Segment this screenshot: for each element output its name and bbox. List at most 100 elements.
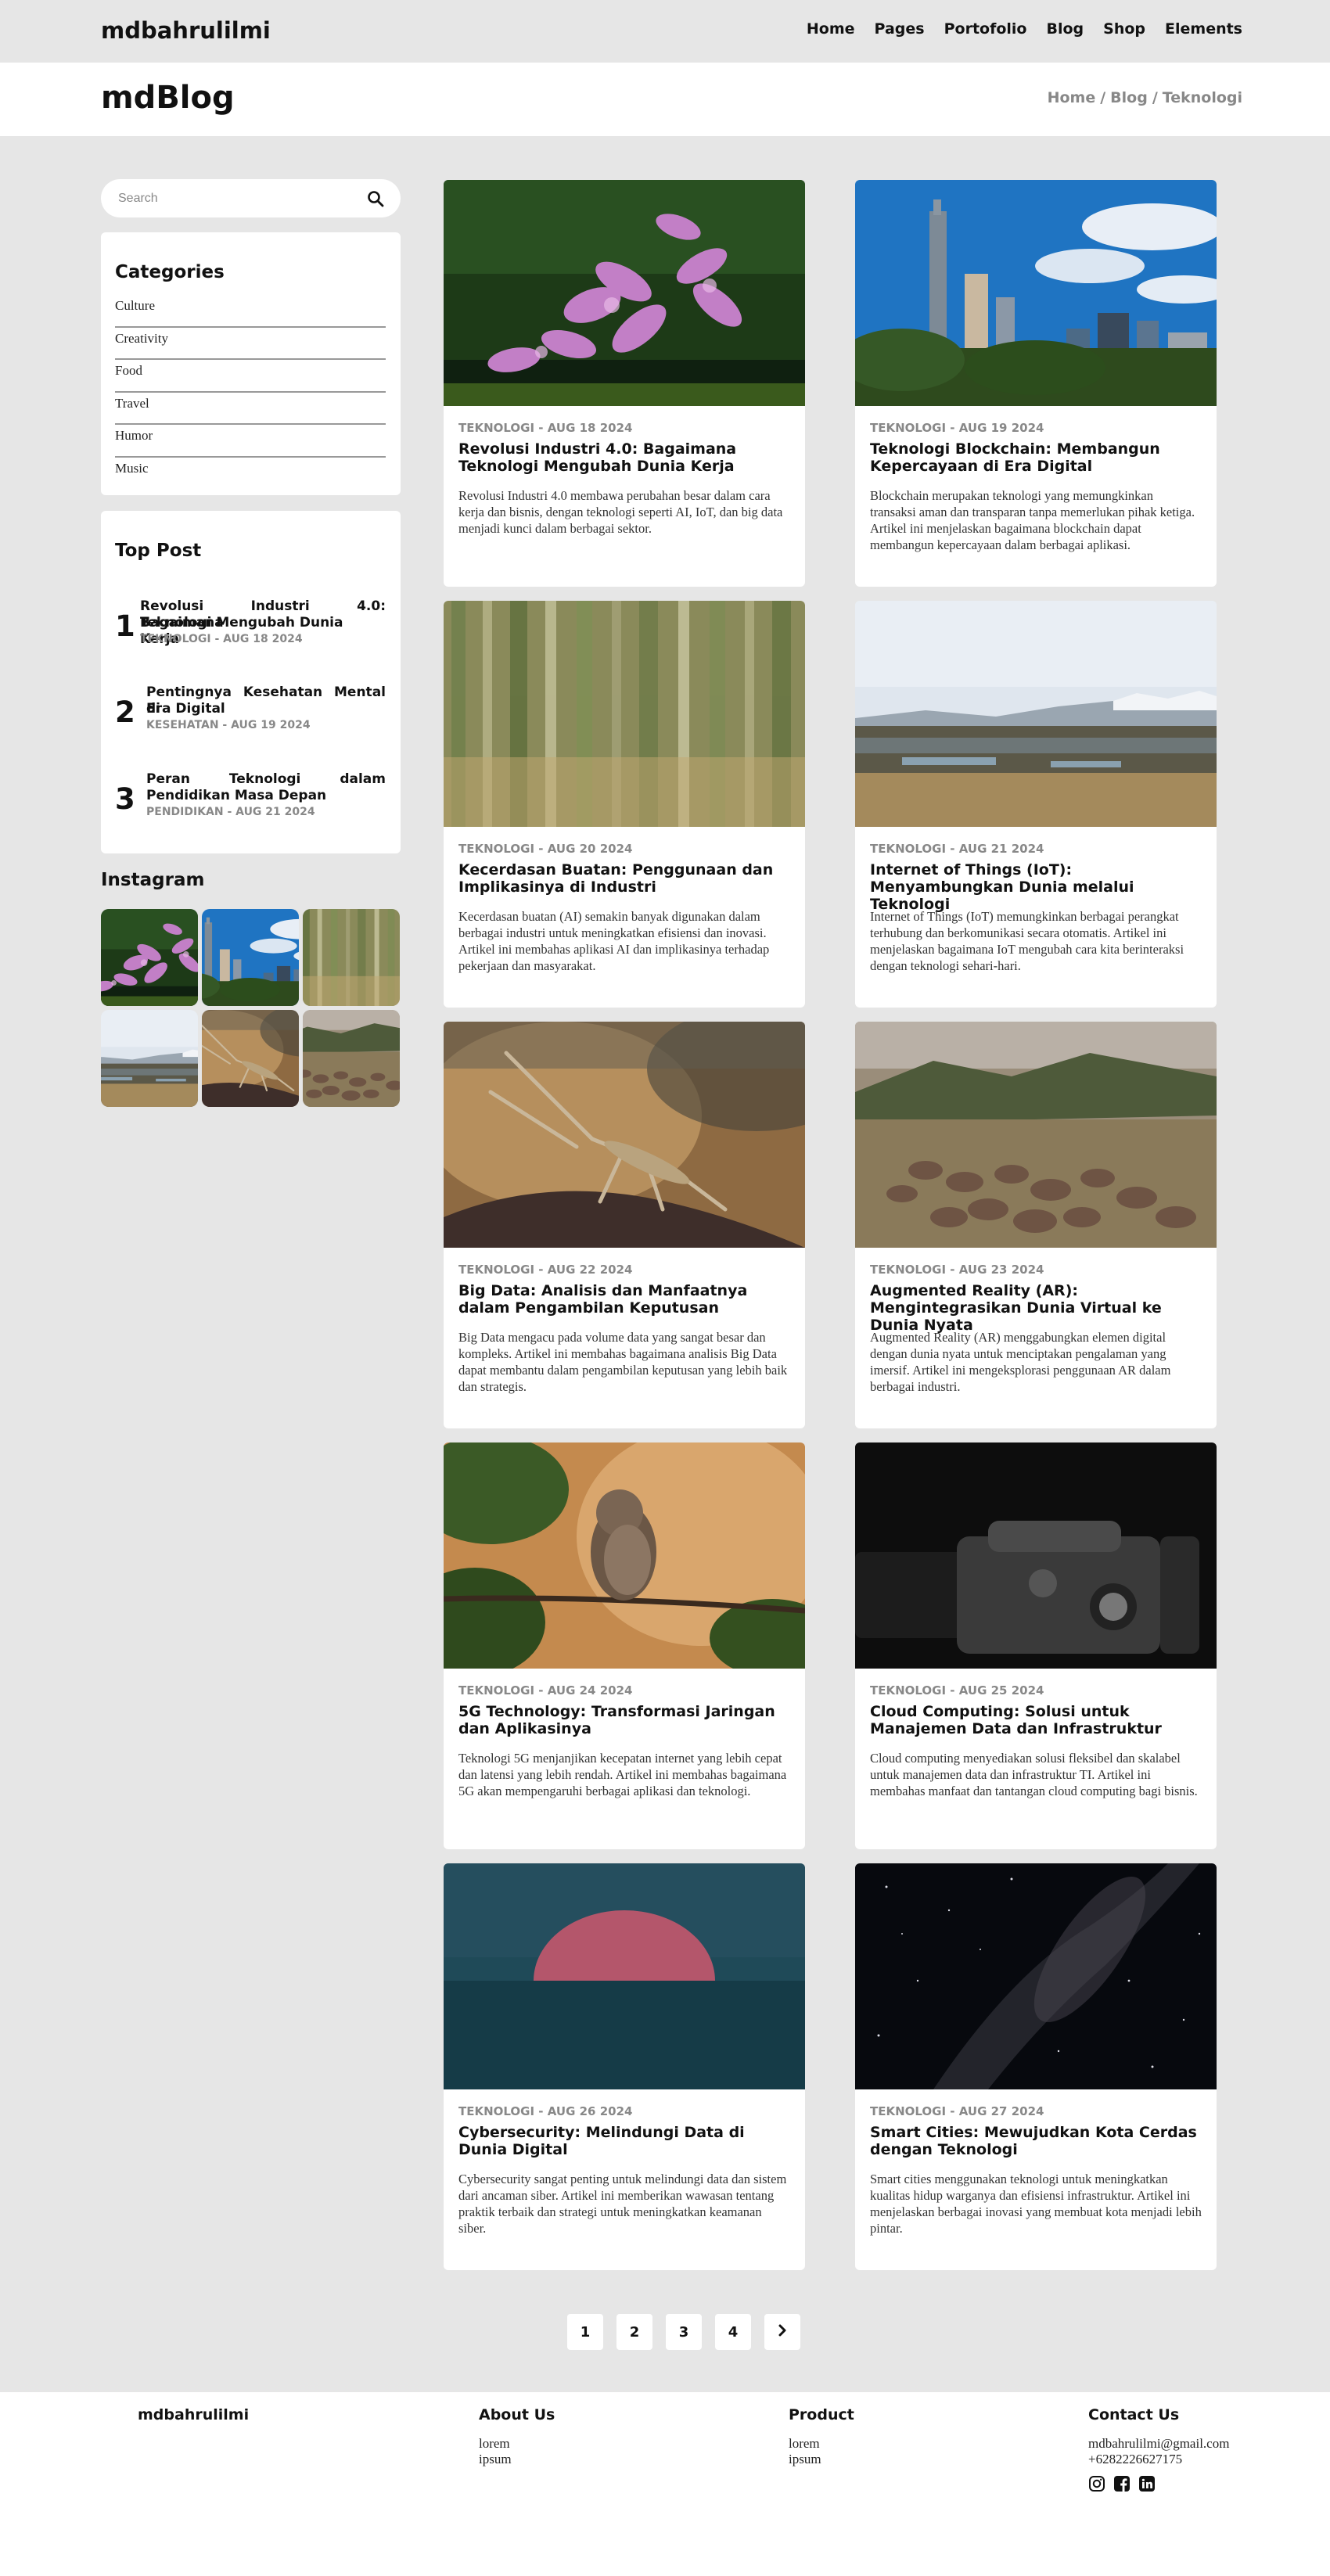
post-title[interactable]: Smart Cities: Mewujudkan Kota Cerdas den… <box>870 2124 1202 2158</box>
menu-item-blog[interactable]: Blog <box>1046 20 1084 38</box>
menu-item-home[interactable]: Home <box>807 20 855 38</box>
top-post-widget: Top Post 1 Revolusi Industri 4.0: Bagaim… <box>101 511 401 853</box>
post-meta: TEKNOLOGI - AUG 23 2024 <box>870 1263 1044 1277</box>
footer-about: About Us lorem ipsum <box>479 2406 555 2467</box>
post-title[interactable]: Teknologi Blockchain: Membangun Kepercay… <box>870 440 1202 475</box>
footer-link[interactable]: lorem <box>789 2436 854 2452</box>
footer-contact-title: Contact Us <box>1088 2406 1180 2423</box>
instagram-thumbnail[interactable] <box>101 1010 198 1107</box>
post-card[interactable]: TEKNOLOGI - AUG 27 2024 Smart Cities: Me… <box>855 1863 1217 2270</box>
instagram-thumbnail[interactable] <box>303 1010 400 1107</box>
post-image[interactable] <box>855 1022 1217 1248</box>
search-box <box>101 179 401 217</box>
top-post-meta: KESEHATAN - AUG 19 2024 <box>146 719 311 731</box>
top-post-item[interactable]: 2 Pentingnya Kesehatan Mental di Era Dig… <box>115 684 386 747</box>
post-excerpt: Blockchain merupakan teknologi yang memu… <box>870 488 1195 552</box>
post-card[interactable]: TEKNOLOGI - AUG 25 2024 Cloud Computing:… <box>855 1442 1217 1849</box>
breadcrumb-current: Teknologi <box>1162 89 1242 106</box>
post-excerpt: Internet of Things (IoT) memungkinkan be… <box>870 909 1184 973</box>
search-icon[interactable] <box>366 189 385 208</box>
post-meta: TEKNOLOGI - AUG 20 2024 <box>458 842 633 856</box>
post-card[interactable]: TEKNOLOGI - AUG 22 2024 Big Data: Analis… <box>444 1022 805 1428</box>
post-card[interactable]: TEKNOLOGI - AUG 26 2024 Cybersecurity: M… <box>444 1863 805 2270</box>
category-travel[interactable]: Travel <box>115 393 386 426</box>
categories-title: Categories <box>115 262 225 282</box>
post-image[interactable] <box>444 1863 805 2089</box>
post-card[interactable]: TEKNOLOGI - AUG 20 2024 Kecerdasan Buata… <box>444 601 805 1008</box>
footer-contact: Contact Us mdbahrulilmi@gmail.com +62822… <box>1088 2406 1229 2492</box>
menu-item-elements[interactable]: Elements <box>1165 20 1242 38</box>
post-excerpt: Revolusi Industri 4.0 membawa perubahan … <box>458 488 783 536</box>
instagram-thumbnail[interactable] <box>202 1010 299 1107</box>
instagram-thumbnail[interactable] <box>101 909 198 1006</box>
post-card[interactable]: TEKNOLOGI - AUG 23 2024 Augmented Realit… <box>855 1022 1217 1428</box>
breadcrumb-blog[interactable]: Blog <box>1110 89 1148 106</box>
post-title[interactable]: Revolusi Industri 4.0: Bagaimana Teknolo… <box>458 440 790 475</box>
post-title[interactable]: Big Data: Analisis dan Manfaatnya dalam … <box>458 1282 790 1317</box>
footer-link[interactable]: lorem <box>479 2436 555 2452</box>
post-card[interactable]: TEKNOLOGI - AUG 24 2024 5G Technology: T… <box>444 1442 805 1849</box>
post-image[interactable] <box>855 1863 1217 2089</box>
post-meta: TEKNOLOGI - AUG 24 2024 <box>458 1683 633 1698</box>
category-food[interactable]: Food <box>115 360 386 393</box>
post-image[interactable] <box>855 601 1217 827</box>
post-meta: TEKNOLOGI - AUG 22 2024 <box>458 1263 633 1277</box>
post-card[interactable]: TEKNOLOGI - AUG 19 2024 Teknologi Blockc… <box>855 180 1217 587</box>
top-post-rank: 3 <box>115 782 135 816</box>
post-card[interactable]: TEKNOLOGI - AUG 18 2024 Revolusi Industr… <box>444 180 805 587</box>
post-image[interactable] <box>444 1442 805 1669</box>
footer-phone[interactable]: +6282226627175 <box>1088 2452 1229 2467</box>
breadcrumb-home[interactable]: Home <box>1048 89 1096 106</box>
post-excerpt: Smart cities menggunakan teknologi untuk… <box>870 2172 1202 2236</box>
post-image[interactable] <box>855 180 1217 406</box>
top-post-title: Top Post <box>115 541 202 561</box>
post-card[interactable]: TEKNOLOGI - AUG 21 2024 Internet of Thin… <box>855 601 1217 1008</box>
top-post-rank: 1 <box>115 609 135 643</box>
footer-product: Product lorem ipsum <box>789 2406 854 2467</box>
footer-link[interactable]: ipsum <box>789 2452 854 2467</box>
category-creativity[interactable]: Creativity <box>115 328 386 361</box>
post-title[interactable]: 5G Technology: Transformasi Jaringan dan… <box>458 1703 790 1737</box>
breadcrumb-separator: / <box>1100 89 1106 106</box>
top-post-item[interactable]: 3 Peran Teknologi dalam Pendidikan Masa … <box>115 771 386 834</box>
menu-item-portofolio[interactable]: Portofolio <box>944 20 1027 38</box>
page-header: mdBlog Home / Blog / Teknologi <box>0 63 1330 136</box>
social-links <box>1088 2475 1229 2492</box>
post-title[interactable]: Cybersecurity: Melindungi Data di Dunia … <box>458 2124 790 2158</box>
next-page-button[interactable] <box>764 2314 800 2350</box>
menu-item-shop[interactable]: Shop <box>1103 20 1145 38</box>
footer-brand[interactable]: mdbahrulilmi <box>138 2406 249 2423</box>
page-button-4[interactable]: 4 <box>715 2314 751 2350</box>
post-image[interactable] <box>855 1442 1217 1669</box>
page-button-1[interactable]: 1 <box>567 2314 603 2350</box>
post-excerpt: Cybersecurity sangat penting untuk melin… <box>458 2172 787 2236</box>
linkedin-icon[interactable] <box>1138 2475 1156 2492</box>
post-title[interactable]: Augmented Reality (AR): Mengintegrasikan… <box>870 1282 1202 1334</box>
site-brand[interactable]: mdbahrulilmi <box>101 17 271 44</box>
top-post-item[interactable]: 1 Revolusi Industri 4.0: Bagaimana Tekno… <box>115 598 386 661</box>
footer-link[interactable]: ipsum <box>479 2452 555 2467</box>
post-image[interactable] <box>444 1022 805 1248</box>
post-image[interactable] <box>444 180 805 406</box>
post-title[interactable]: Internet of Things (IoT): Menyambungkan … <box>870 861 1202 913</box>
post-title[interactable]: Cloud Computing: Solusi untuk Manajemen … <box>870 1703 1202 1737</box>
top-post-meta: TEKNOLOGI - AUG 18 2024 <box>140 633 303 645</box>
category-humor[interactable]: Humor <box>115 425 386 458</box>
category-music[interactable]: Music <box>115 458 386 490</box>
footer-email[interactable]: mdbahrulilmi@gmail.com <box>1088 2436 1229 2452</box>
post-image[interactable] <box>444 601 805 827</box>
page-button-3[interactable]: 3 <box>666 2314 702 2350</box>
instagram-thumbnail[interactable] <box>303 909 400 1006</box>
search-input[interactable] <box>118 189 353 208</box>
instagram-icon[interactable] <box>1088 2475 1105 2492</box>
top-post-meta: PENDIDIKAN - AUG 21 2024 <box>146 806 315 818</box>
footer-product-title: Product <box>789 2406 854 2423</box>
instagram-thumbnail[interactable] <box>202 909 299 1006</box>
facebook-icon[interactable] <box>1113 2475 1130 2492</box>
post-meta: TEKNOLOGI - AUG 18 2024 <box>458 421 633 435</box>
menu-item-pages[interactable]: Pages <box>875 20 925 38</box>
page-button-2[interactable]: 2 <box>616 2314 652 2350</box>
instagram-title: Instagram <box>101 870 205 890</box>
post-title[interactable]: Kecerdasan Buatan: Penggunaan dan Implik… <box>458 861 790 896</box>
category-culture[interactable]: Culture <box>115 295 386 328</box>
